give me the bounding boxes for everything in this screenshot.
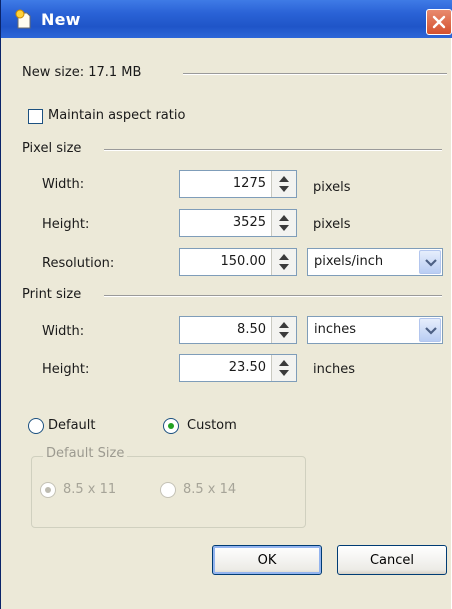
default-radio[interactable] — [28, 418, 44, 434]
new-size-divider — [183, 73, 447, 75]
size-8-5x11-radio[interactable] — [40, 482, 56, 498]
new-dialog: New New size: 17.1 MB Maintain aspect ra… — [0, 0, 452, 609]
spin-arrows-icon — [279, 360, 289, 376]
size-8-5x14-radio[interactable] — [160, 482, 176, 498]
new-document-icon — [15, 9, 33, 29]
resolution-label: Resolution: — [42, 256, 115, 271]
new-size-label: New size: 17.1 MB — [22, 65, 142, 80]
spin-arrows-icon — [279, 215, 289, 231]
resolution-spinner[interactable] — [271, 249, 296, 275]
print-width-unit-value: inches — [314, 322, 357, 337]
print-size-heading: Print size — [22, 287, 82, 302]
print-width-value: 8.50 — [237, 322, 266, 337]
print-width-unit-select[interactable]: inches — [307, 316, 443, 344]
custom-radio-label[interactable]: Custom — [187, 418, 237, 433]
print-height-value: 23.50 — [228, 360, 266, 375]
pixel-height-spinner[interactable] — [271, 210, 296, 236]
title-bar[interactable]: New — [1, 0, 452, 38]
resolution-input[interactable]: 150.00 — [179, 248, 297, 276]
default-size-legend: Default Size — [43, 446, 128, 461]
maintain-aspect-label[interactable]: Maintain aspect ratio — [48, 108, 185, 123]
spin-arrows-icon — [279, 254, 289, 270]
chevron-down-icon — [425, 327, 437, 335]
pixel-width-value: 1275 — [232, 176, 266, 191]
resolution-unit-value: pixels/inch — [314, 254, 384, 269]
print-width-input[interactable]: 8.50 — [179, 316, 297, 344]
custom-radio[interactable] — [163, 418, 179, 434]
print-width-label: Width: — [42, 324, 85, 339]
spin-arrows-icon — [279, 176, 289, 192]
chevron-down-icon — [425, 259, 437, 267]
print-height-spinner[interactable] — [271, 355, 296, 381]
pixel-size-heading: Pixel size — [22, 141, 82, 156]
print-width-spinner[interactable] — [271, 317, 296, 343]
size-8-5x11-label[interactable]: 8.5 x 11 — [63, 482, 116, 497]
default-radio-label[interactable]: Default — [48, 418, 96, 433]
pixel-width-input[interactable]: 1275 — [179, 170, 297, 198]
size-8-5x14-label[interactable]: 8.5 x 14 — [183, 482, 236, 497]
cancel-button[interactable]: Cancel — [337, 545, 447, 575]
resolution-value: 150.00 — [220, 254, 267, 269]
spin-arrows-icon — [279, 322, 289, 338]
resolution-unit-dropdown[interactable] — [419, 250, 441, 274]
pixel-width-label: Width: — [42, 177, 85, 192]
maintain-aspect-checkbox[interactable] — [28, 109, 43, 124]
pixel-height-unit: pixels — [313, 217, 351, 232]
close-button[interactable] — [426, 9, 452, 35]
print-height-input[interactable]: 23.50 — [179, 354, 297, 382]
print-height-label: Height: — [42, 362, 90, 377]
ok-button[interactable]: OK — [212, 545, 322, 575]
pixel-size-divider — [104, 149, 442, 151]
close-icon — [432, 15, 446, 29]
resolution-unit-select[interactable]: pixels/inch — [307, 248, 443, 276]
pixel-width-spinner[interactable] — [271, 171, 296, 197]
pixel-height-label: Height: — [42, 217, 90, 232]
print-width-unit-dropdown[interactable] — [419, 318, 441, 342]
window-title: New — [41, 10, 81, 29]
print-height-unit: inches — [313, 362, 356, 377]
pixel-height-input[interactable]: 3525 — [179, 209, 297, 237]
print-size-divider — [104, 295, 442, 297]
pixel-width-unit: pixels — [313, 180, 351, 195]
pixel-height-value: 3525 — [232, 215, 266, 230]
